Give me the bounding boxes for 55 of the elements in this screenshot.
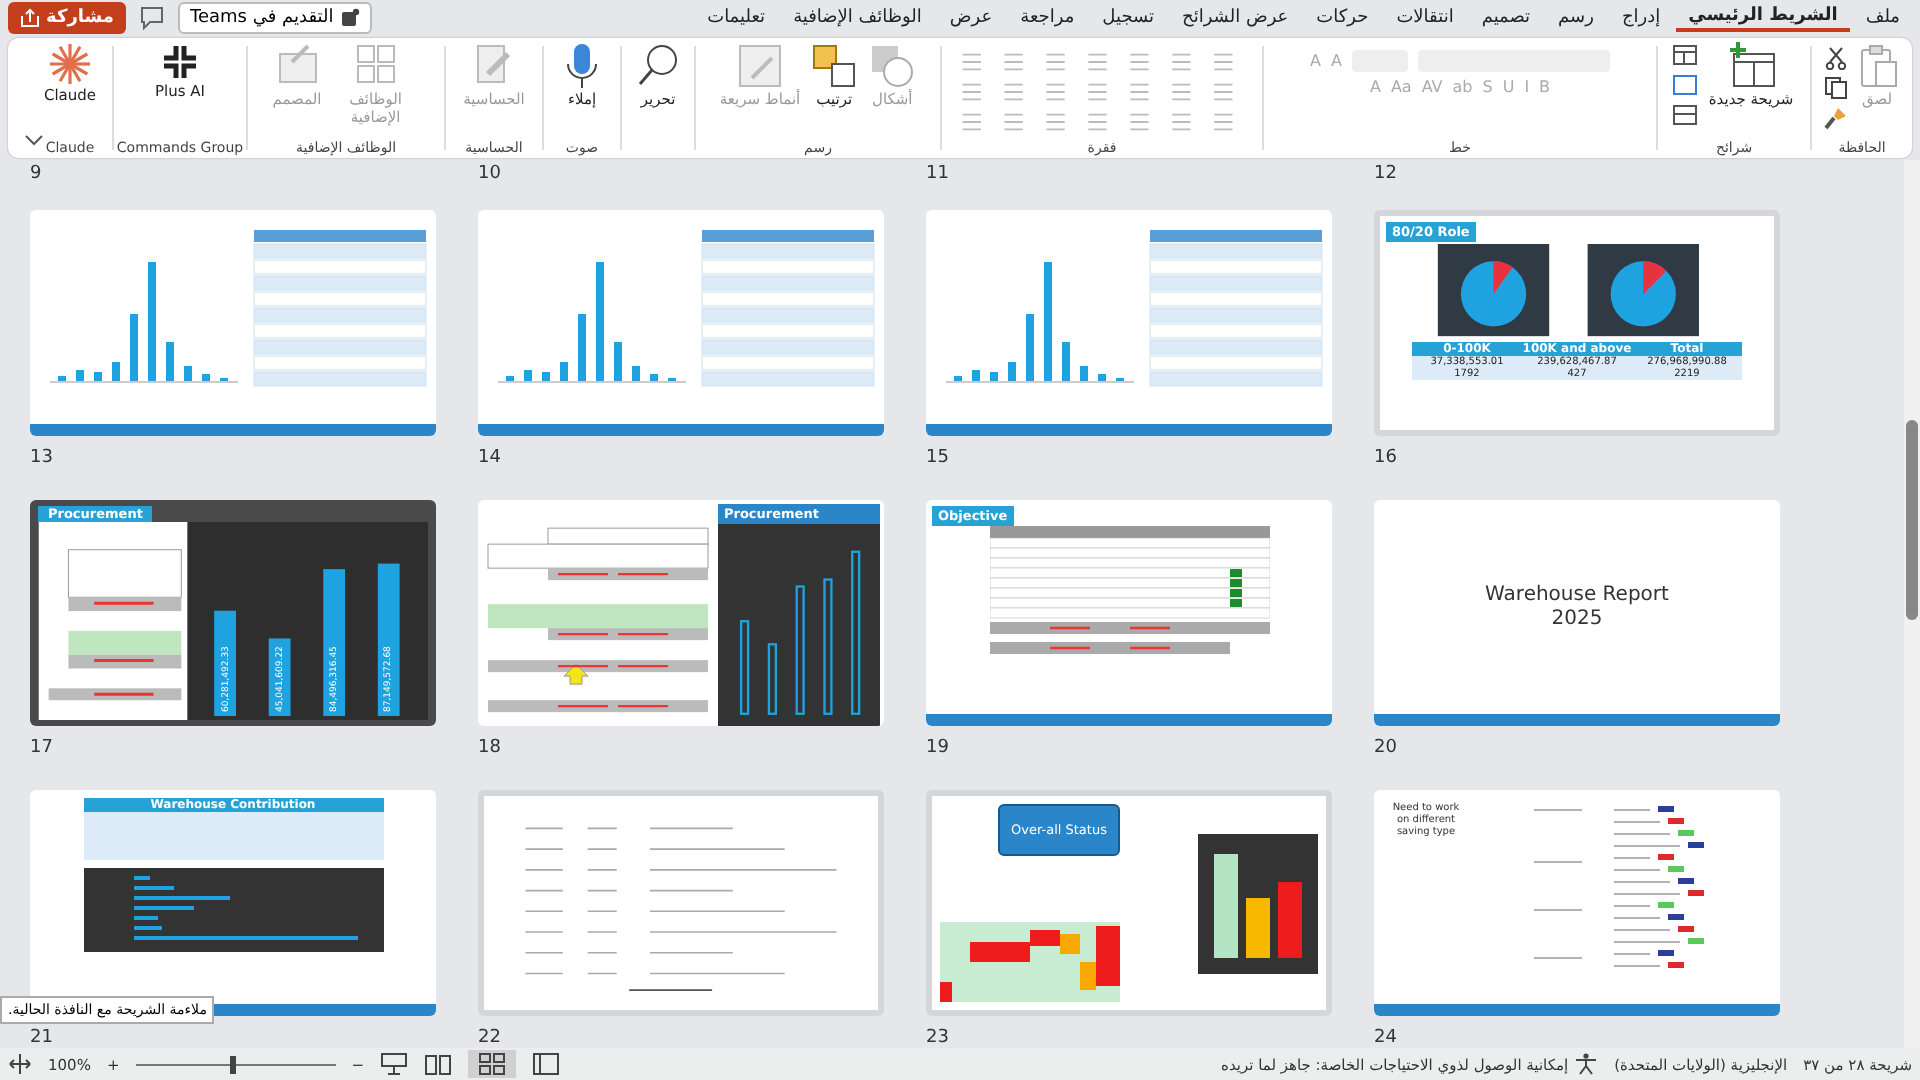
ribbon-tab[interactable]: مراجعة xyxy=(1008,4,1087,32)
ribbon-tab[interactable]: الشريط الرئيسي xyxy=(1676,4,1850,32)
microphone-icon xyxy=(564,42,600,90)
book-icon[interactable] xyxy=(424,1052,453,1076)
slide-number: 17 xyxy=(30,736,53,762)
slide-number: 10 xyxy=(478,162,501,188)
slide-number: 15 xyxy=(926,446,949,472)
ribbon-tab[interactable]: رسم xyxy=(1546,4,1606,32)
present-in-teams-button[interactable]: التقديم في Teams xyxy=(177,2,372,34)
slide-title: Warehouse Report xyxy=(1485,583,1669,607)
starburst-icon xyxy=(48,42,93,86)
ribbon-tab[interactable]: تصميم xyxy=(1469,4,1543,32)
presenter-icon[interactable] xyxy=(380,1052,409,1076)
accessibility-icon[interactable] xyxy=(1574,1052,1599,1076)
plus-ai-icon xyxy=(160,42,200,82)
slide-thumbnail[interactable]: Warehouse Report 2025 xyxy=(1374,500,1780,726)
slide-number: 14 xyxy=(478,446,501,472)
comment-icon[interactable] xyxy=(137,4,166,32)
slide-number: 19 xyxy=(926,736,949,762)
slide-number: 22 xyxy=(478,1026,501,1052)
slide-number: 24 xyxy=(1374,1026,1397,1052)
ribbon-tab[interactable]: عرض الشرائح xyxy=(1170,4,1301,32)
slide-title: 2025 xyxy=(1551,607,1603,631)
normal-view-icon[interactable] xyxy=(532,1052,561,1076)
collapse-ribbon-icon[interactable] xyxy=(24,134,44,146)
slide-sorter-view-button[interactable] xyxy=(468,1050,517,1078)
teams-icon xyxy=(339,8,360,28)
slide-number: 12 xyxy=(1374,162,1397,188)
grid-icon xyxy=(478,1052,507,1076)
ribbon-tab[interactable]: عرض xyxy=(937,4,1005,32)
ribbon-tab[interactable]: إدراج xyxy=(1609,4,1673,32)
ribbon-tab[interactable]: انتقالات xyxy=(1384,4,1466,32)
ribbon-tab[interactable]: تسجيل xyxy=(1090,4,1167,32)
ribbon-tab[interactable]: حركات xyxy=(1304,4,1381,32)
slide-number: 23 xyxy=(926,1026,949,1052)
layout-icon[interactable] xyxy=(1672,42,1701,130)
share-icon xyxy=(20,8,40,28)
share-button[interactable]: مشاركة xyxy=(8,2,126,34)
brush-icon[interactable] xyxy=(1823,106,1847,130)
ribbon-tab[interactable]: الوظائف الإضافية xyxy=(781,4,934,32)
ribbon-tab[interactable]: تعليمات xyxy=(695,4,778,32)
slide-number: 21 xyxy=(30,1026,53,1052)
copy-icon[interactable] xyxy=(1823,76,1847,100)
slide-number: 9 xyxy=(30,162,42,188)
scrollbar[interactable] xyxy=(1904,160,1920,1048)
slide-number: 13 xyxy=(30,446,53,472)
search-icon xyxy=(636,42,680,90)
slide-number: 16 xyxy=(1374,446,1397,472)
slide-number: 11 xyxy=(926,162,949,188)
fit-to-window-icon[interactable] xyxy=(8,1052,32,1076)
ribbon-tab[interactable]: ملف xyxy=(1853,4,1912,32)
cut-icon[interactable] xyxy=(1823,46,1847,70)
slide-number: 20 xyxy=(1374,736,1397,762)
quick-styles-icon xyxy=(736,42,785,90)
slide-number: 18 xyxy=(478,736,501,762)
